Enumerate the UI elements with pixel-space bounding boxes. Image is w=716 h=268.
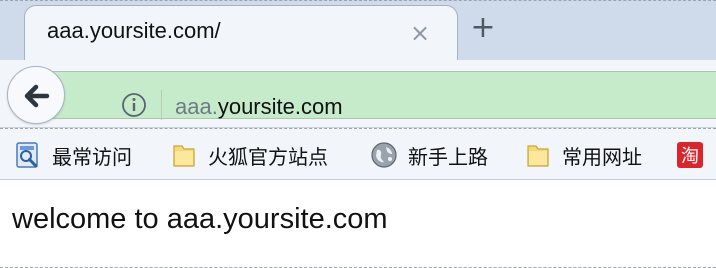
bookmarks-toolbar: 最常访问 火狐官方站点 新手上路 常用网址 淘 <box>0 128 716 180</box>
welcome-text: welcome to aaa.yoursite.com <box>12 203 388 235</box>
url-bar[interactable]: aaa.yoursite.com <box>40 71 716 120</box>
new-tab-button[interactable]: + <box>466 11 500 45</box>
globe-icon <box>371 142 397 168</box>
folder-icon <box>173 145 195 167</box>
back-button[interactable] <box>7 66 65 124</box>
tab-strip: aaa.yoursite.com/ × + <box>0 0 716 63</box>
bookmark-common-sites[interactable]: 常用网址 <box>524 139 642 171</box>
bookmark-taobao[interactable]: 淘 <box>676 139 704 171</box>
navigation-bar: aaa.yoursite.com <box>0 60 716 128</box>
page-content: welcome to aaa.yoursite.com <box>0 180 716 268</box>
most-visited-icon <box>16 142 38 168</box>
bookmark-label: 常用网址 <box>562 144 642 169</box>
tab-title: aaa.yoursite.com/ <box>47 18 221 43</box>
url-domain: yoursite.com <box>217 94 343 119</box>
taobao-icon: 淘 <box>677 142 703 168</box>
bookmark-getting-started[interactable]: 新手上路 <box>370 139 488 171</box>
bookmark-label: 新手上路 <box>408 144 488 169</box>
info-icon[interactable] <box>121 92 147 118</box>
bookmark-most-visited[interactable]: 最常访问 <box>14 139 132 171</box>
url-separator <box>161 90 162 120</box>
bookmark-label: 最常访问 <box>52 144 132 169</box>
folder-icon <box>527 145 549 167</box>
bookmark-firefox-official[interactable]: 火狐官方站点 <box>170 139 328 171</box>
url-subdomain: aaa. <box>175 94 218 119</box>
close-tab-icon[interactable]: × <box>407 20 433 46</box>
back-arrow-icon <box>24 84 50 108</box>
browser-window: aaa.yoursite.com/ × + aaa.yoursite.com 最… <box>0 0 716 268</box>
tab-active[interactable]: aaa.yoursite.com/ × <box>24 5 458 63</box>
bookmark-label: 火狐官方站点 <box>208 144 328 169</box>
url-text[interactable]: aaa.yoursite.com <box>175 94 343 120</box>
taobao-glyph: 淘 <box>681 146 699 167</box>
